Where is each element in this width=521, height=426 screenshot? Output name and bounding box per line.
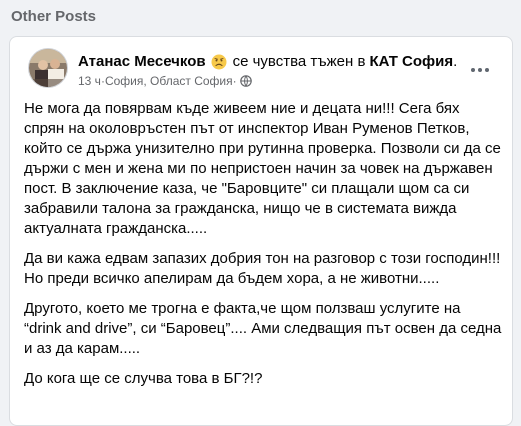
post-time[interactable]: 13 ч (78, 74, 101, 88)
post-meta: 13 ч · София, Област София · (78, 74, 252, 88)
more-options-icon (471, 68, 489, 72)
place-link[interactable]: КАТ София (369, 53, 453, 70)
place-suffix: . (453, 53, 458, 70)
author-name[interactable]: Атанас Месечков (78, 53, 206, 70)
feeling-text: се чувства тъжен в (232, 53, 366, 70)
meta-separator-2: · (232, 74, 237, 88)
post-location[interactable]: София, Област София (105, 74, 233, 88)
avatar[interactable] (28, 48, 68, 88)
post-paragraph-1: Не мога да повярвам къде живеем ние и де… (24, 100, 501, 237)
sad-face-emoji-icon (211, 54, 227, 70)
post-paragraph-4: До кога ще се случва това в БГ?!? (24, 370, 263, 387)
post-paragraph-3: Другото, което ме трогна е факта,че щом … (24, 300, 502, 357)
post-body: Не мога да повярвам къде живеем ние и де… (24, 99, 502, 399)
post-paragraph-2: Да ви кажа едвам запазих добрия тон на р… (24, 250, 501, 287)
post-header: Атанас Месечков се чувства тъжен в КАТ С… (78, 53, 457, 70)
more-options-button[interactable] (468, 58, 492, 82)
avatar-photo (29, 49, 67, 87)
globe-icon[interactable] (239, 75, 252, 87)
section-title: Other Posts (11, 8, 97, 25)
